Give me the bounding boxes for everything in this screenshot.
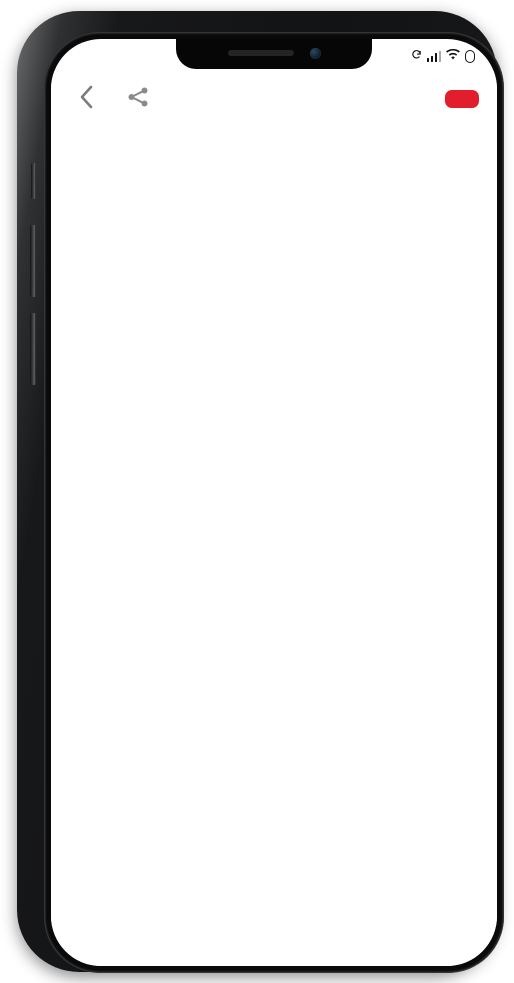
cellular-signal-icon — [426, 50, 441, 62]
wifi-icon — [446, 47, 460, 65]
volume-up-button[interactable] — [30, 225, 36, 297]
back-button[interactable] — [69, 82, 103, 116]
front-camera-icon — [310, 48, 321, 59]
rotate-icon — [411, 47, 422, 65]
phone-frame — [17, 11, 504, 973]
volume-down-button[interactable] — [30, 313, 36, 385]
chevron-left-icon — [78, 84, 95, 115]
bottom-navigation — [51, 903, 497, 966]
status-indicators — [411, 47, 475, 65]
share-icon — [126, 85, 150, 114]
app-top-bar — [51, 71, 497, 127]
display-notch — [176, 39, 372, 69]
phone-screen — [51, 39, 497, 966]
follow-button[interactable] — [445, 90, 479, 108]
battery-icon — [465, 49, 475, 63]
silent-switch-button[interactable] — [31, 163, 36, 199]
earpiece-speaker-icon — [228, 50, 294, 56]
share-button[interactable] — [121, 82, 155, 116]
pin-feed[interactable] — [51, 127, 497, 903]
